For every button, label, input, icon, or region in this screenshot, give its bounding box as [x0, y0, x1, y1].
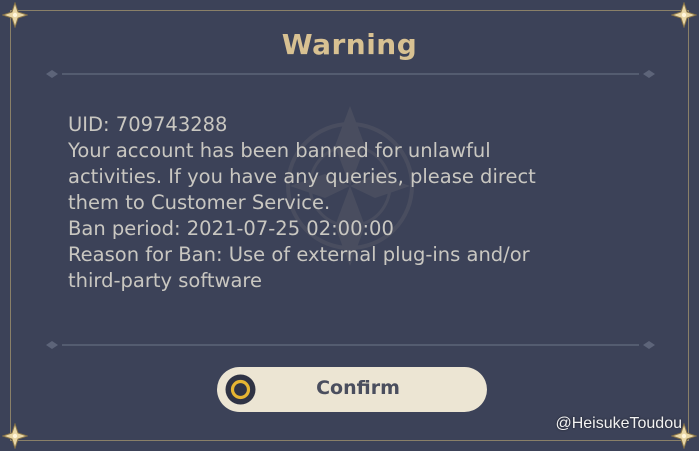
ban-message: UID: 709743288 Your account has been ban… [68, 112, 628, 294]
confirm-button-label: Confirm [316, 377, 400, 399]
divider-ornament-icon [46, 341, 655, 349]
message-line: Your account has been banned for unlawfu… [68, 139, 491, 162]
uid-line: UID: 709743288 [68, 113, 228, 136]
warning-dialog: Warning UID: 709743288 Your account has … [0, 0, 699, 451]
corner-ornament-icon [2, 423, 28, 449]
dialog-title: Warning [281, 28, 418, 61]
credit-watermark: @HeisukeToudou [555, 415, 682, 432]
ban-period-line: Ban period: 2021-07-25 02:00:00 [68, 217, 394, 240]
message-line: them to Customer Service. [68, 191, 331, 214]
divider-ornament-icon [46, 70, 655, 78]
ban-reason-line: third-party software [68, 269, 262, 292]
corner-ornament-icon [671, 2, 697, 28]
confirm-button[interactable]: Confirm [217, 367, 487, 412]
ban-reason-line: Reason for Ban: Use of external plug-ins… [68, 243, 530, 266]
corner-ornament-icon [2, 2, 28, 28]
message-line: activities. If you have any queries, ple… [68, 165, 536, 188]
